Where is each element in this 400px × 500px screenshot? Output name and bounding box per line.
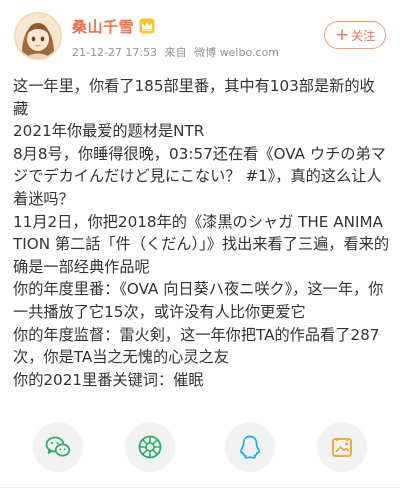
post-paragraph: 你的年度监督：雷火剣，这一年你把TA的作品看了287次，你是TA当之无愧的心灵之… [13,325,380,367]
post-content: 这一年里，你看了185部里番，其中有103部是新的收藏 2021年你最爱的题材是… [13,75,389,391]
post-paragraph: 你的2021里番关键词：催眠 [13,370,204,389]
moments-icon [138,435,162,459]
vip-crown-icon [139,18,155,34]
post-paragraph: 2021年你最爱的题材是NTR [13,122,205,141]
source-prefix: 来自 [164,46,187,59]
follow-button[interactable]: + 关注 [324,21,386,49]
post-meta: 21-12-27 17:53 来自 微博 weibo.com [72,44,283,60]
user-name[interactable]: 桑山千雪 [72,16,134,37]
share-save-image-button[interactable] [317,422,367,472]
post-paragraph: 你的年度里番：《OVA 向日葵ハ夜ニ咲ク》，这一年，你一共播放了它15次，或许没… [13,280,384,321]
post-paragraph: 11月2日，你把2018年的《漆黒のシャガ THE ANIMATION 第二話「… [13,212,390,276]
share-wechat-button[interactable] [33,422,83,472]
post-time: 21-12-27 17:53 [72,46,158,59]
share-qq-button[interactable] [225,422,275,472]
plus-icon: + [334,24,350,45]
post-paragraph: 8月8号，你睡得很晚，03:57还在看《OVA ウチの弟マジでデカイんだけど見に… [13,144,386,208]
qq-icon [240,435,260,459]
save-image-icon [332,438,352,457]
post-header: 桑山千雪 21-12-27 17:53 来自 微博 weibo.com + 关注 [0,0,400,70]
post-paragraph: 这一年里，你看了185部里番，其中有103部是新的收藏 [13,77,375,118]
bottom-divider [0,487,400,488]
share-moments-button[interactable] [125,422,175,472]
user-name-row: 桑山千雪 [72,15,155,37]
post-source: 微博 weibo.com [194,46,279,59]
follow-label: 关注 [351,28,376,43]
wechat-icon [45,436,71,457]
share-bar [0,416,400,476]
avatar[interactable] [14,12,62,60]
